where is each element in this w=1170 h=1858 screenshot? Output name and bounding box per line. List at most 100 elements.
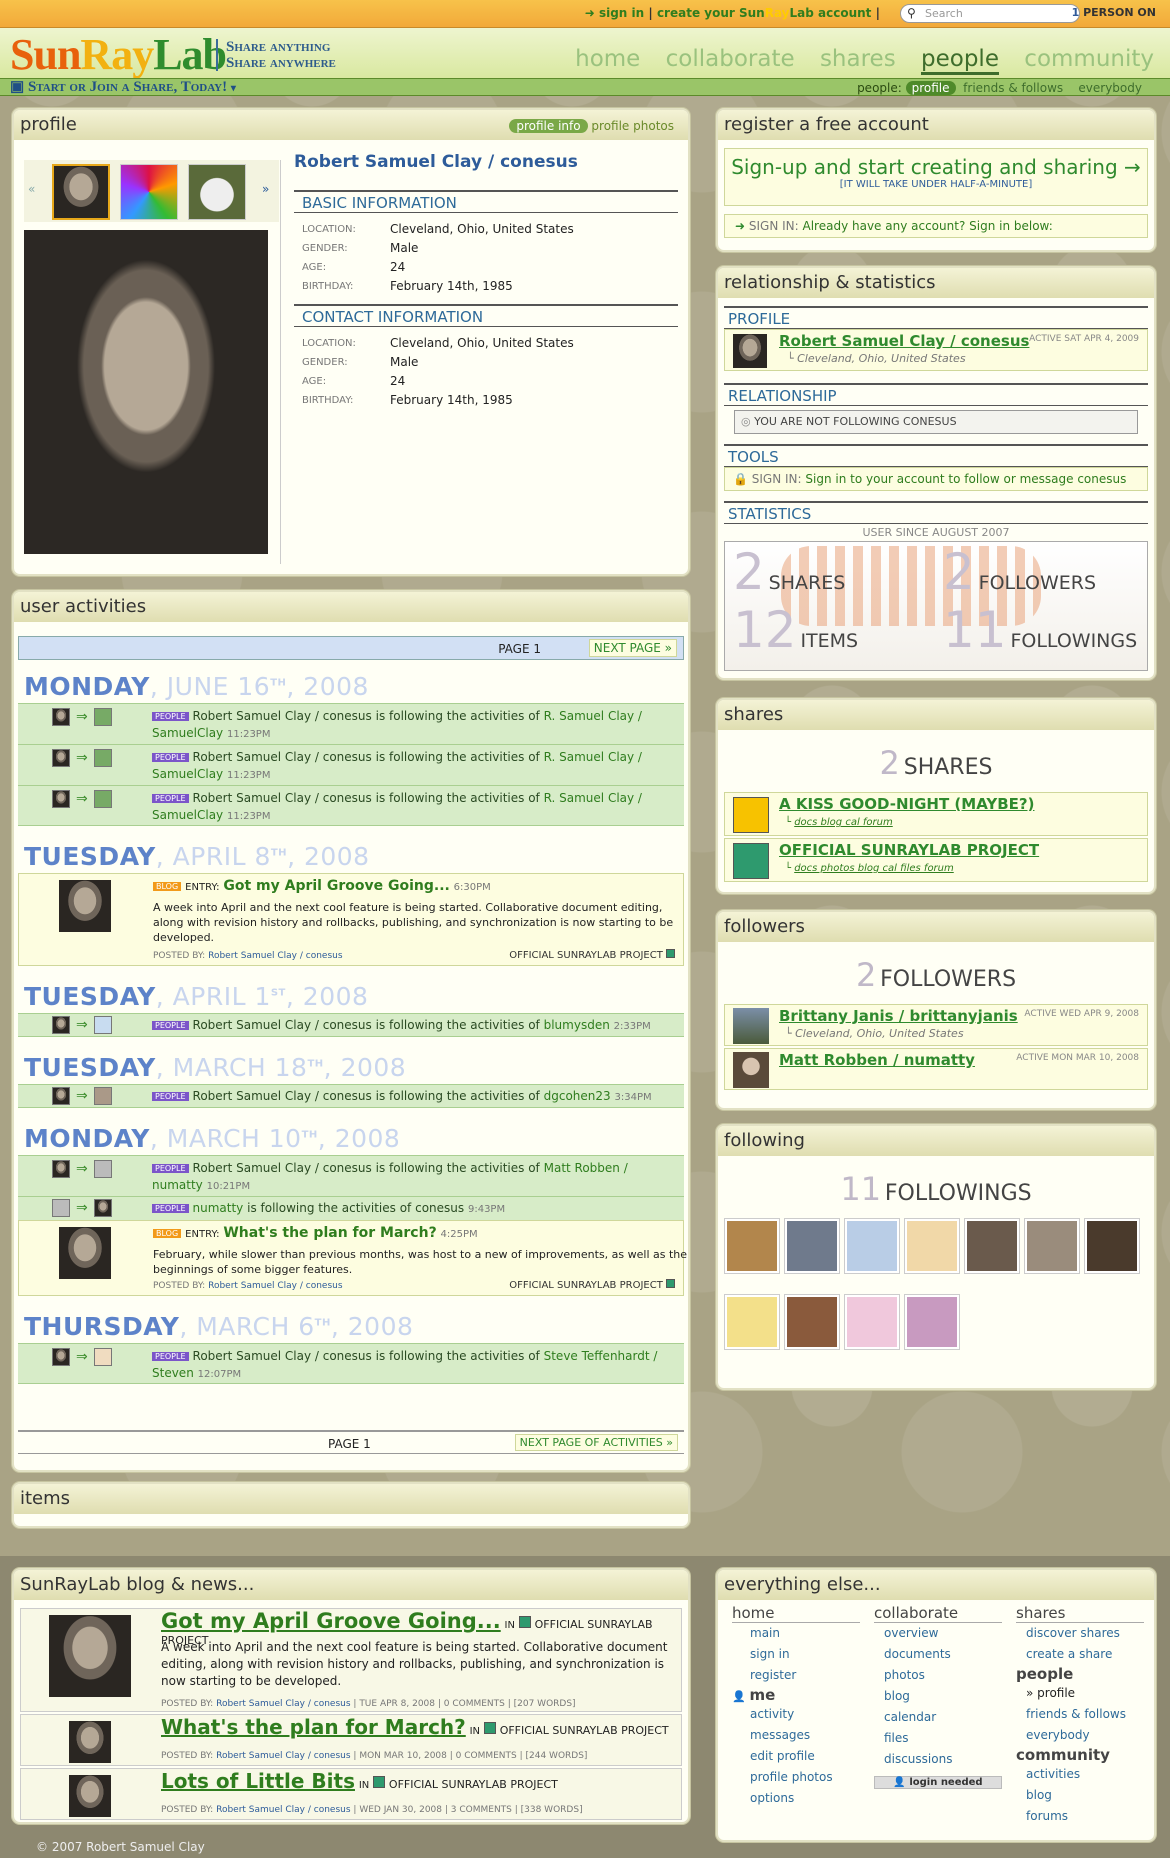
activity-row[interactable]: ⇒ PEOPLE Robert Samuel Clay / conesus is … [18, 785, 684, 826]
sitemap-link[interactable]: friends & follows [1026, 1704, 1144, 1725]
signin-row[interactable]: ➜ SIGN IN: Already have any account? Sig… [724, 214, 1148, 238]
sitemap-link[interactable]: photos [884, 1665, 1002, 1686]
me-heading[interactable]: 👤 me [732, 1686, 860, 1704]
nav-people[interactable]: people [921, 46, 999, 75]
share-item[interactable]: OFFICIAL SUNRAYLAB PROJECT └ docs photos… [724, 838, 1148, 882]
share-links[interactable]: └ docs blog cal forum [785, 817, 893, 828]
following-thumb[interactable] [784, 1218, 840, 1274]
tab-profile-info[interactable]: profile info [509, 119, 588, 133]
share-item[interactable]: A KISS GOOD-NIGHT (MAYBE?) └ docs blog c… [724, 792, 1148, 836]
home-heading[interactable]: home [732, 1604, 860, 1623]
sunraylab-logo[interactable]: SunRayLab [10, 32, 227, 78]
sitemap-link[interactable]: register [750, 1665, 860, 1686]
subnav-everybody[interactable]: everybody [1078, 81, 1142, 95]
sitemap-link[interactable]: calendar [884, 1707, 1002, 1728]
photo-thumb-2[interactable] [120, 164, 178, 220]
blog-entry-link[interactable]: Got my April Groove Going... [223, 878, 449, 894]
follower-item[interactable]: Matt Robben / numatty ACTIVE MON MAR 10,… [724, 1048, 1148, 1090]
search-input[interactable]: ⚲ Search [900, 4, 1080, 23]
activity-row[interactable]: ⇒ PEOPLE Robert Samuel Clay / conesus is … [18, 1155, 684, 1196]
blog-post[interactable]: Lots of Little Bits IN OFFICIAL SUNRAYLA… [20, 1768, 682, 1820]
activity-row[interactable]: ⇒ PEOPLE Robert Samuel Clay / conesus is … [18, 1343, 684, 1384]
project-tag[interactable]: OFFICIAL SUNRAYLAB PROJECT [509, 949, 675, 961]
following-thumb[interactable] [724, 1294, 780, 1350]
sitemap-link[interactable]: activities [1026, 1764, 1144, 1785]
nav-home[interactable]: home [575, 46, 640, 72]
sitemap-link[interactable]: forums [1026, 1806, 1144, 1827]
activity-row[interactable]: ⇒ PEOPLE Robert Samuel Clay / conesus is … [18, 1084, 684, 1108]
tab-profile-photos[interactable]: profile photos [591, 119, 674, 133]
blog-entry-link[interactable]: What's the plan for March? [223, 1225, 436, 1241]
sitemap-link[interactable]: edit profile [750, 1746, 860, 1767]
activity-row[interactable]: ⇒ PEOPLE Robert Samuel Clay / conesus is … [18, 1013, 684, 1037]
next-page-activities-button[interactable]: NEXT PAGE OF ACTIVITIES » [514, 1434, 678, 1451]
people-heading[interactable]: people [1016, 1665, 1144, 1683]
follower-name[interactable]: Brittany Janis / brittanyjanis [779, 1007, 1018, 1025]
subnav-friends[interactable]: friends & follows [963, 81, 1063, 95]
sitemap-link[interactable]: discussions [884, 1749, 1002, 1770]
following-thumb[interactable] [904, 1218, 960, 1274]
sitemap-link[interactable]: profile photos [750, 1767, 860, 1788]
sitemap-link[interactable]: sign in [750, 1644, 860, 1665]
create-account-link[interactable]: create your SunRayLab account [657, 6, 871, 20]
blog-post[interactable]: Got my April Groove Going... IN OFFICIAL… [20, 1608, 682, 1712]
nav-shares[interactable]: shares [820, 46, 896, 72]
sitemap-link[interactable]: messages [750, 1725, 860, 1746]
target-link[interactable]: blumysden [544, 1018, 610, 1032]
blog-post-link[interactable]: What's the plan for March? [161, 1715, 466, 1739]
rel-profile-name[interactable]: Robert Samuel Clay / conesus [779, 332, 1029, 350]
sitemap-link[interactable]: activity [750, 1704, 860, 1725]
sitemap-link[interactable]: » profile [1026, 1683, 1144, 1704]
sign-in-link[interactable]: sign in [599, 6, 644, 20]
target-link[interactable]: dgcohen23 [544, 1089, 611, 1103]
following-thumb[interactable] [1084, 1218, 1140, 1274]
following-thumb[interactable] [844, 1218, 900, 1274]
share-name[interactable]: OFFICIAL SUNRAYLAB PROJECT [779, 841, 1039, 859]
sitemap-link[interactable]: options [750, 1788, 860, 1809]
sitemap-link[interactable]: blog [1026, 1785, 1144, 1806]
following-thumb[interactable] [904, 1294, 960, 1350]
shares-heading[interactable]: shares [1016, 1604, 1144, 1623]
blog-post-link[interactable]: Got my April Groove Going... [161, 1609, 501, 1633]
activity-row[interactable]: ⇒ PEOPLE Robert Samuel Clay / conesus is … [18, 744, 684, 785]
subnav-profile[interactable]: profile [905, 81, 956, 95]
actor-link[interactable]: numatty [193, 1201, 244, 1215]
author-link[interactable]: Robert Samuel Clay / conesus [216, 1805, 350, 1815]
rel-profile-card[interactable]: Robert Samuel Clay / conesus └ Cleveland… [724, 329, 1148, 371]
prev-photo-icon[interactable]: « [28, 182, 35, 196]
next-photo-icon[interactable]: » [262, 182, 269, 196]
sitemap-link[interactable]: blog [884, 1686, 1002, 1707]
project-tag[interactable]: OFFICIAL SUNRAYLAB PROJECT [509, 1279, 675, 1291]
author-link[interactable]: Robert Samuel Clay / conesus [216, 1751, 350, 1761]
sitemap-link[interactable]: overview [884, 1623, 1002, 1644]
follower-item[interactable]: Brittany Janis / brittanyjanis └ Clevela… [724, 1004, 1148, 1046]
activity-row[interactable]: ⇒ PEOPLE Robert Samuel Clay / conesus is … [18, 703, 684, 744]
collaborate-heading[interactable]: collaborate [874, 1604, 1002, 1623]
photo-thumb-1[interactable] [52, 164, 110, 220]
author-link[interactable]: Robert Samuel Clay / conesus [216, 1699, 350, 1709]
start-share-link[interactable]: ▣ Start or Join a Share, Today! ▾ [10, 79, 236, 97]
following-thumb[interactable] [844, 1294, 900, 1350]
photo-thumb-3[interactable] [188, 164, 246, 220]
signup-button[interactable]: Sign-up and start creating and sharing →… [724, 148, 1148, 206]
activity-row[interactable]: ⇒ PEOPLE numatty is following the activit… [18, 1196, 684, 1220]
author-link[interactable]: Robert Samuel Clay / conesus [208, 1281, 342, 1291]
blog-post-link[interactable]: Lots of Little Bits [161, 1769, 355, 1793]
blog-entry-row[interactable]: BLOG ENTRY: Got my April Groove Going... … [18, 873, 684, 966]
sitemap-link[interactable]: create a share [1026, 1644, 1144, 1665]
following-thumb[interactable] [1024, 1218, 1080, 1274]
blog-post[interactable]: What's the plan for March? IN OFFICIAL S… [20, 1714, 682, 1766]
following-thumb[interactable] [724, 1218, 780, 1274]
community-heading[interactable]: community [1016, 1746, 1144, 1764]
sitemap-link[interactable]: documents [884, 1644, 1002, 1665]
next-page-button[interactable]: NEXT PAGE » [588, 639, 677, 657]
sitemap-link[interactable]: main [750, 1623, 860, 1644]
blog-entry-row[interactable]: BLOG ENTRY: What's the plan for March? 4:… [18, 1220, 687, 1296]
sitemap-link[interactable]: discover shares [1026, 1623, 1144, 1644]
tools-signin[interactable]: 🔒 SIGN IN: Sign in to your account to fo… [724, 467, 1148, 491]
sitemap-link[interactable]: files [884, 1728, 1002, 1749]
sitemap-link[interactable]: everybody [1026, 1725, 1144, 1746]
share-name[interactable]: A KISS GOOD-NIGHT (MAYBE?) [779, 795, 1034, 813]
author-link[interactable]: Robert Samuel Clay / conesus [208, 951, 342, 961]
following-thumb[interactable] [964, 1218, 1020, 1274]
